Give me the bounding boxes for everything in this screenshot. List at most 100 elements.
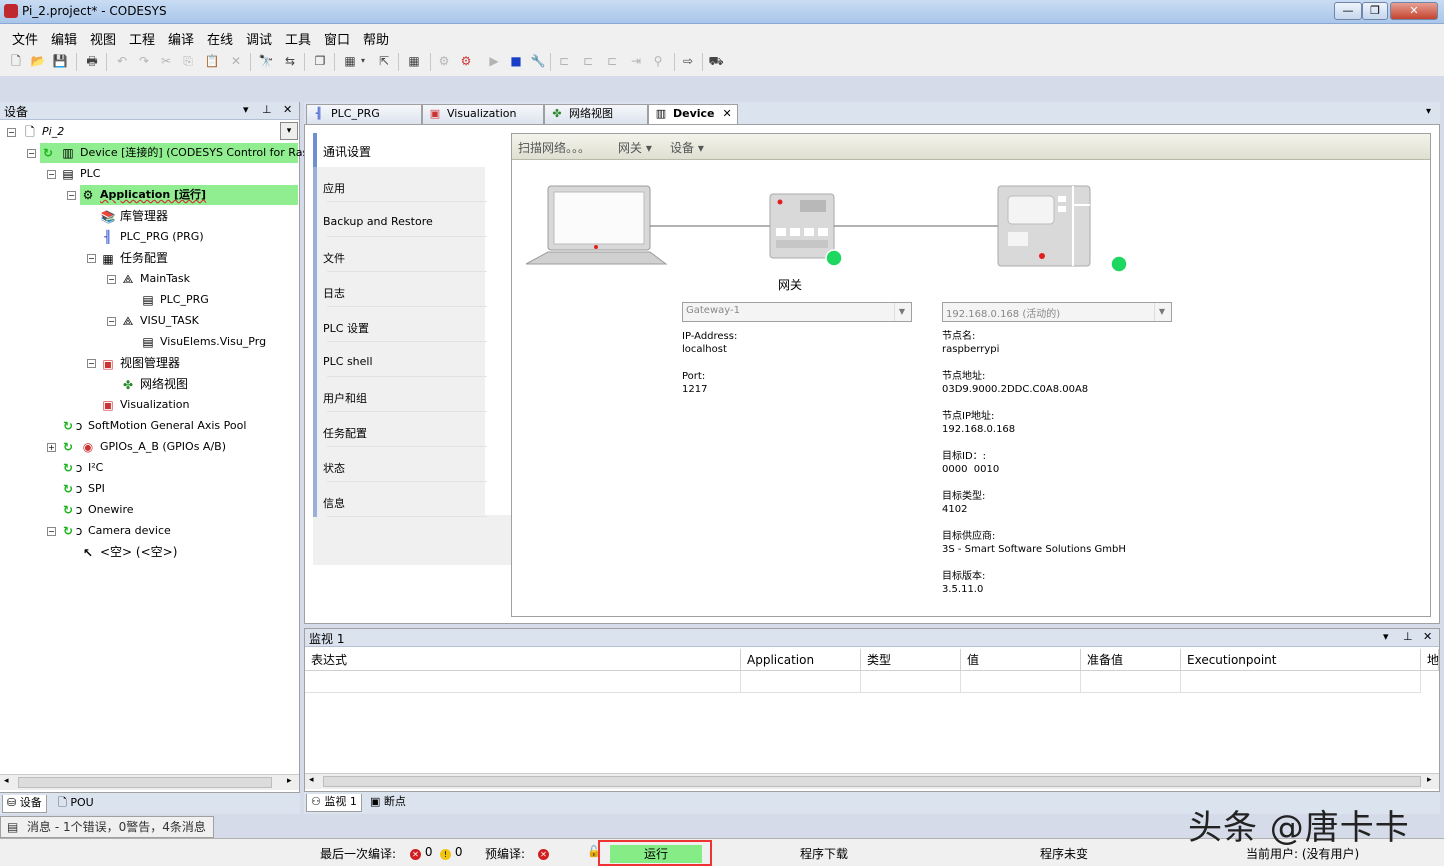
horizontal-scrollbar[interactable]: ◂ ▸ <box>0 774 299 790</box>
gateway-select[interactable]: Gateway-1 ▼ <box>682 302 912 322</box>
scroll-left-icon[interactable]: ◂ <box>4 776 9 786</box>
logout-icon[interactable]: ⚙ <box>458 53 474 69</box>
tree-dropdown-button[interactable]: ▾ <box>280 122 298 140</box>
nav-applications[interactable]: 应用 <box>313 167 487 202</box>
menu-help[interactable]: 帮助 <box>363 29 389 48</box>
expander-gpios[interactable]: + <box>47 443 56 452</box>
tree-camera[interactable]: ↻ ↄ Camera device <box>60 521 171 541</box>
tab-devices[interactable]: ⛁ 设备 <box>2 795 47 813</box>
generate-code-icon[interactable]: ▦ <box>406 53 422 69</box>
reset-icon[interactable]: 🔧 <box>530 53 546 69</box>
tab-close-icon[interactable]: ✕ <box>723 107 732 120</box>
menu-build[interactable]: 编译 <box>168 29 194 48</box>
tree-plc-prg[interactable]: ╢ PLC_PRG (PRG) <box>100 227 203 247</box>
tree-visu-task-call[interactable]: ▤ VisuElems.Visu_Prg <box>140 332 266 352</box>
expander-task-config[interactable]: − <box>87 254 96 263</box>
menu-debug[interactable]: 调试 <box>246 29 272 48</box>
menu-online[interactable]: 在线 <box>207 29 233 48</box>
nav-communication-settings[interactable]: 通讯设置 <box>313 133 485 169</box>
stop-icon[interactable]: ■ <box>508 53 524 69</box>
column-executionpoint[interactable]: Executionpoint <box>1181 649 1421 671</box>
tree-application[interactable]: ⚙ Application [运行] <box>80 185 298 205</box>
gateway-icon[interactable] <box>769 193 835 259</box>
undo-icon[interactable]: ↶ <box>114 53 130 69</box>
toolbar-options-icon[interactable]: ⛟ <box>708 53 724 69</box>
watch-horizontal-scrollbar[interactable]: ◂ ▸ <box>305 773 1439 789</box>
tree-empty-slot[interactable]: ↖ <空> (<空>) <box>80 542 177 562</box>
menu-project[interactable]: 工程 <box>129 29 155 48</box>
nav-status[interactable]: 状态 <box>313 447 487 482</box>
expander-visu-task[interactable]: − <box>107 317 116 326</box>
expander-device[interactable]: − <box>27 149 36 158</box>
pin-icon[interactable]: ⊥ <box>1403 630 1413 643</box>
expander-project[interactable]: − <box>7 128 16 137</box>
tab-pou[interactable]: 🗋 POU <box>54 795 98 813</box>
tree-task-config[interactable]: ▦ 任务配置 <box>100 248 168 268</box>
paste-icon[interactable]: 📋 <box>204 53 220 69</box>
tab-network-view[interactable]: ✤ 网络视图 <box>544 104 648 124</box>
compile-errors[interactable]: ✕ 0 <box>410 845 432 860</box>
print-icon[interactable]: 🖶 <box>84 53 100 69</box>
tree-network-view[interactable]: ✤ 网络视图 <box>120 374 188 394</box>
panel-close-icon[interactable]: ✕ <box>1423 630 1432 643</box>
cut-icon[interactable]: ✂ <box>158 53 174 69</box>
step-into-icon[interactable]: ⊏ <box>604 53 620 69</box>
tree-project[interactable]: 🗋 Pi_2 <box>22 122 64 142</box>
nav-plc-settings[interactable]: PLC 设置 <box>313 307 487 342</box>
pin-icon[interactable]: ⊥ <box>262 103 272 116</box>
panel-menu-icon[interactable]: ▾ <box>1383 630 1389 643</box>
delete-icon[interactable]: ✕ <box>228 53 244 69</box>
tree-device[interactable]: ↻ ▥ Device [连接的] (CODESYS Control for Rasp… <box>40 143 322 163</box>
tree-library-manager[interactable]: 📚 库管理器 <box>100 206 169 226</box>
nav-task-config[interactable]: 任务配置 <box>313 412 487 447</box>
export-icon[interactable]: ⇱ <box>376 53 392 69</box>
expander-plc[interactable]: − <box>47 170 56 179</box>
maximize-button[interactable]: ❐ <box>1362 2 1388 20</box>
precompile-status[interactable]: ✕ <box>538 845 549 860</box>
tree-onewire[interactable]: ↻ ↄ Onewire <box>60 500 134 520</box>
scroll-left-icon[interactable]: ◂ <box>309 775 314 785</box>
build-icon[interactable]: ▦ <box>342 53 358 69</box>
column-application[interactable]: Application <box>741 649 861 671</box>
save-icon[interactable]: 💾 <box>52 53 68 69</box>
expander-main-task[interactable]: − <box>107 275 116 284</box>
windows-icon[interactable]: ❐ <box>312 53 328 69</box>
tree-i2c[interactable]: ↻ ↄ I²C <box>60 458 103 478</box>
scroll-right-icon[interactable]: ▸ <box>1427 775 1432 785</box>
nav-users-groups[interactable]: 用户和组 <box>313 377 487 412</box>
scroll-right-icon[interactable]: ▸ <box>287 776 292 786</box>
raspberry-device-icon[interactable] <box>997 185 1091 267</box>
tree-gpios[interactable]: ↻ ◉ GPIOs_A_B (GPIOs A/B) <box>60 437 226 457</box>
column-value[interactable]: 值 <box>961 649 1081 671</box>
column-type[interactable]: 类型 <box>861 649 961 671</box>
step-out-icon[interactable]: ⇥ <box>628 53 644 69</box>
tree-main-task-call[interactable]: ▤ PLC_PRG <box>140 290 208 310</box>
build-dropdown-icon[interactable]: ▾ <box>358 53 368 69</box>
tabs-dropdown-icon[interactable]: ▾ <box>1426 106 1431 117</box>
tab-visualization[interactable]: ▣ Visualization <box>422 104 544 124</box>
tree-main-task[interactable]: ⟁ MainTask <box>120 269 190 289</box>
nav-backup-restore[interactable]: Backup and Restore <box>313 202 487 237</box>
compile-warnings[interactable]: ! 0 <box>440 845 462 860</box>
menu-tools[interactable]: 工具 <box>285 29 311 48</box>
menu-view[interactable]: 视图 <box>90 29 116 48</box>
tree-plc[interactable]: ▤ PLC <box>60 164 100 184</box>
scrollbar-thumb[interactable] <box>18 777 272 788</box>
force-values-icon[interactable]: ⚲ <box>650 53 666 69</box>
menu-window[interactable]: 窗口 <box>324 29 350 48</box>
watch-expression-cell[interactable] <box>305 671 741 693</box>
scrollbar-thumb[interactable] <box>323 776 1421 787</box>
find-icon[interactable]: 🔭 <box>258 53 274 69</box>
write-values-icon[interactable]: ⇨ <box>680 53 696 69</box>
column-address[interactable]: 地 <box>1421 649 1439 671</box>
close-window-button[interactable]: ✕ <box>1390 2 1438 20</box>
replace-icon[interactable]: ⇆ <box>282 53 298 69</box>
scan-network-button[interactable]: 扫描网络。。。 <box>518 139 590 156</box>
nav-log[interactable]: 日志 <box>313 272 487 307</box>
tab-device[interactable]: ▥ Device ✕ <box>648 104 738 124</box>
expander-visu-manager[interactable]: − <box>87 359 96 368</box>
nav-plc-shell[interactable]: PLC shell <box>313 342 487 377</box>
column-expression[interactable]: 表达式 <box>305 649 741 671</box>
step-over-icon[interactable]: ⊏ <box>580 53 596 69</box>
column-prepared-value[interactable]: 准备值 <box>1081 649 1181 671</box>
